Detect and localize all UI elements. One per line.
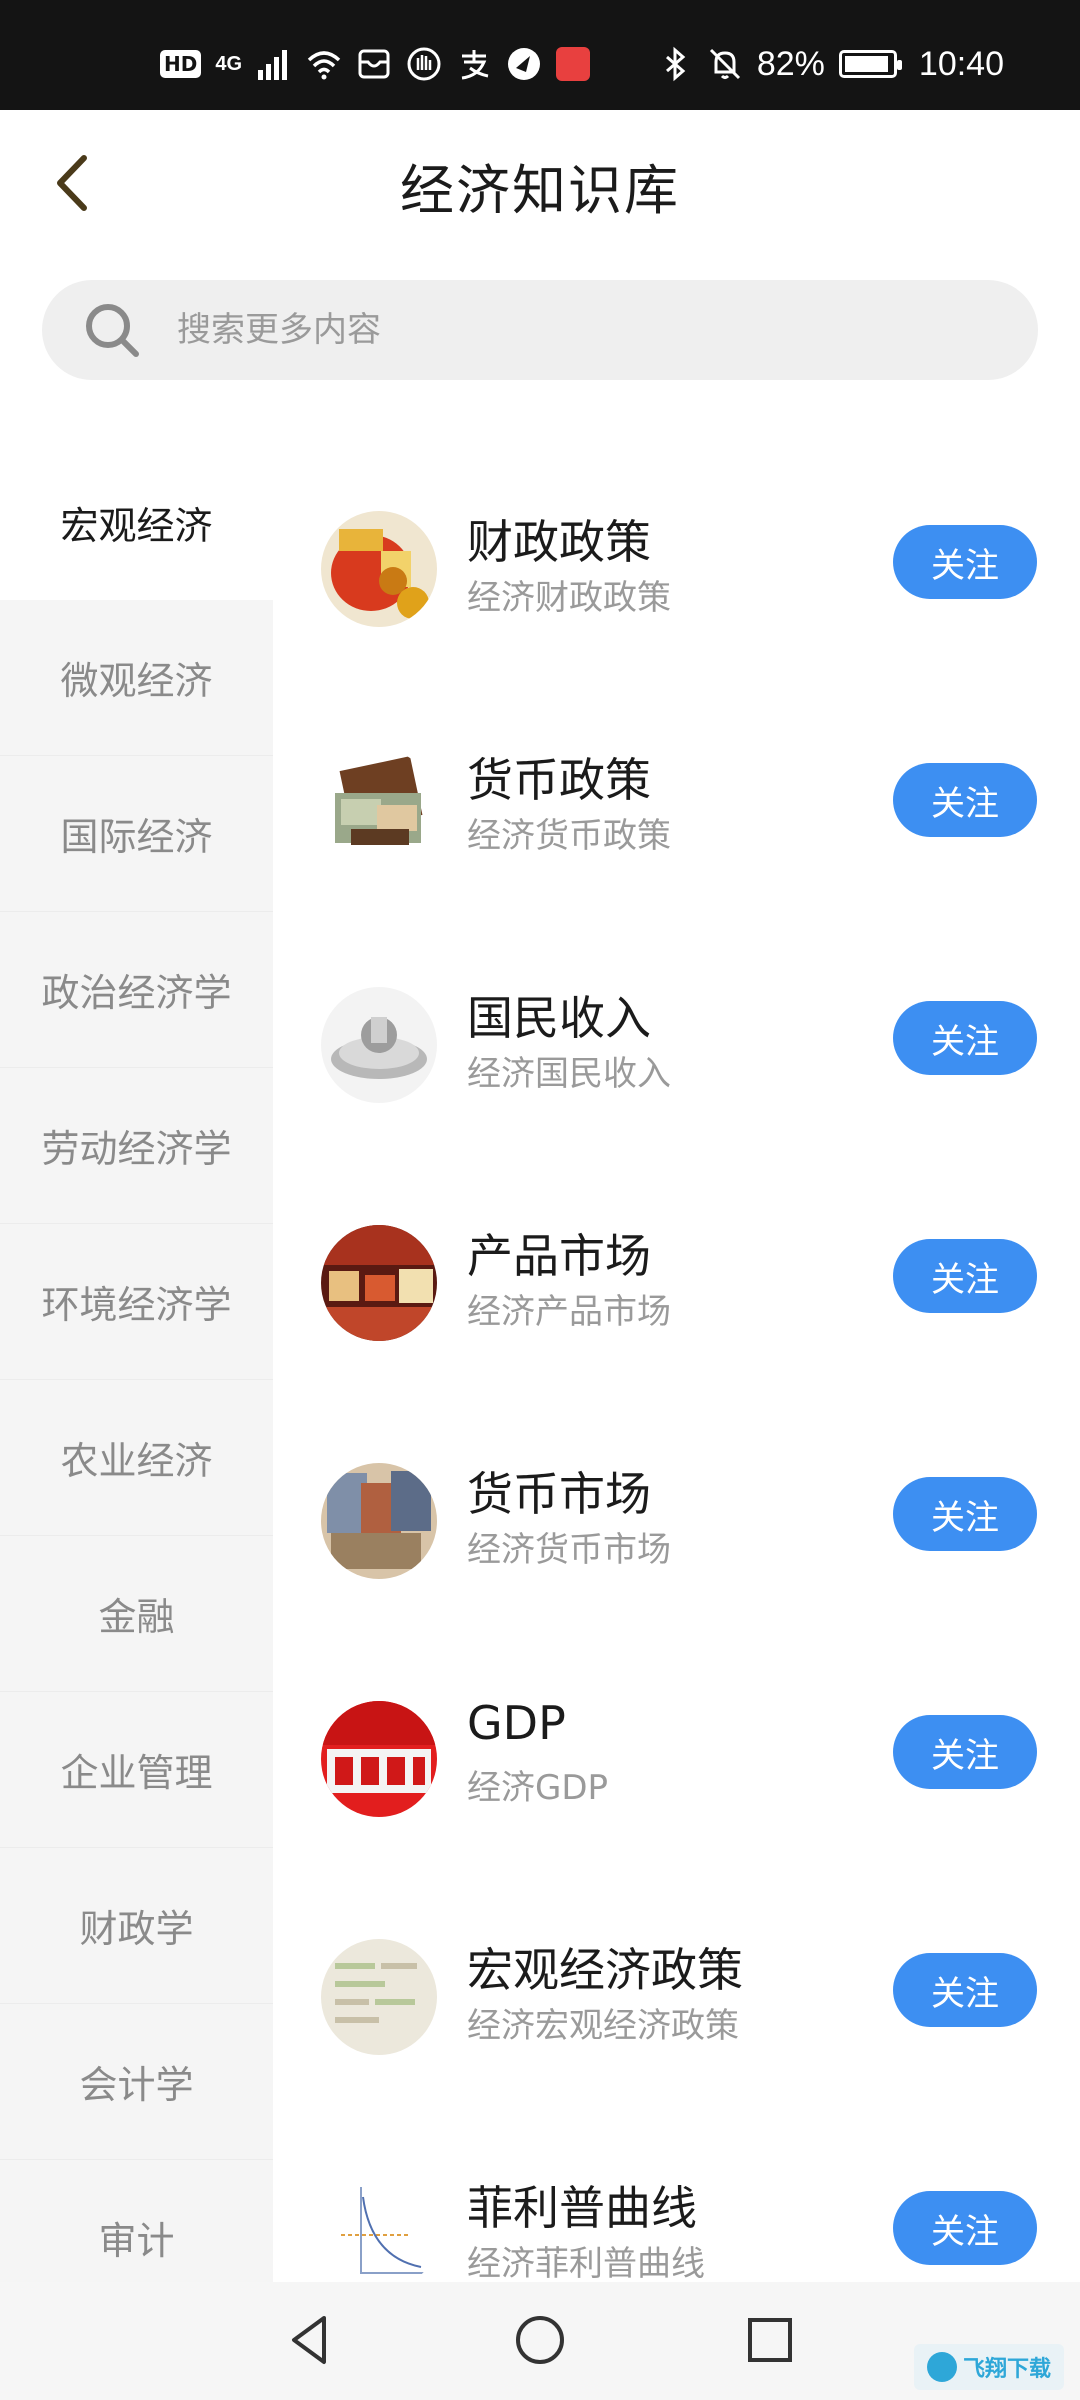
list-item[interactable]: GDP 经济GDP 关注	[273, 1634, 1080, 1872]
list-item[interactable]: 货币政策 经济货币政策 关注	[273, 682, 1080, 920]
list-item[interactable]: 国民收入 经济国民收入 关注	[273, 920, 1080, 1158]
network-type: 4G	[215, 52, 243, 75]
sidebar-item-international-economics[interactable]: 国际经济	[0, 756, 273, 912]
sidebar-item-accounting[interactable]: 会计学	[0, 2004, 273, 2160]
sidebar-item-finance[interactable]: 金融	[0, 1536, 273, 1692]
sidebar-item-environmental-economics[interactable]: 环境经济学	[0, 1224, 273, 1380]
bluetooth-icon	[665, 46, 686, 82]
topic-subtitle: 经济财政政策	[467, 578, 671, 618]
fiscal-policy-thumbnail	[321, 511, 437, 627]
search-input[interactable]	[177, 302, 997, 358]
list-item[interactable]: 宏观经济政策 经济宏观经济政策 关注	[273, 1872, 1080, 2110]
follow-button[interactable]: 关注	[893, 1477, 1037, 1551]
mute-bell-icon	[709, 48, 740, 80]
signal-icon	[258, 50, 288, 80]
topic-subtitle: 经济宏观经济政策	[467, 2006, 739, 2046]
topic-subtitle: 经济菲利普曲线	[467, 2244, 705, 2282]
topic-title: 货币市场	[467, 1467, 651, 1521]
product-market-thumbnail	[321, 1225, 437, 1341]
topic-title: 菲利普曲线	[467, 2181, 697, 2235]
status-right-icons: 82% 10:40	[657, 44, 1004, 84]
nav-recents-square-icon[interactable]	[740, 2310, 800, 2370]
huawei-icon	[556, 47, 591, 81]
follow-button[interactable]: 关注	[893, 1953, 1037, 2027]
gdp-thumbnail	[321, 1701, 437, 1817]
alipay-icon	[461, 50, 489, 80]
topic-title: 宏观经济政策	[467, 1943, 743, 1997]
hand-icon	[407, 47, 441, 81]
battery-percent: 82%	[756, 44, 825, 83]
topic-subtitle: 经济货币政策	[467, 816, 671, 856]
sidebar-item-audit[interactable]: 审计	[0, 2160, 273, 2282]
app-notification-icon	[508, 48, 541, 80]
list-item[interactable]: 货币市场 经济货币市场 关注	[273, 1396, 1080, 1634]
macro-policy-thumbnail	[321, 1939, 437, 2055]
topic-title: GDP	[467, 1696, 566, 1750]
topic-title: 财政政策	[467, 515, 651, 569]
sidebar-item-business-management[interactable]: 企业管理	[0, 1692, 273, 1848]
app-header: 经济知识库	[0, 110, 1080, 250]
sidebar-item-agricultural-economics[interactable]: 农业经济	[0, 1380, 273, 1536]
money-policy-thumbnail	[321, 749, 437, 865]
watermark-text: 飞翔下载	[962, 2357, 1051, 2382]
follow-button[interactable]: 关注	[893, 763, 1037, 837]
follow-button[interactable]: 关注	[893, 1715, 1037, 1789]
nav-home-circle-icon[interactable]	[510, 2310, 570, 2370]
system-nav-bar: 飞翔下载	[0, 2282, 1080, 2400]
follow-button[interactable]: 关注	[893, 525, 1037, 599]
search-icon	[86, 304, 139, 357]
watermark: 飞翔下载	[914, 2344, 1064, 2390]
sidebar-item-microeconomics[interactable]: 微观经济	[0, 600, 273, 756]
topic-subtitle: 经济货币市场	[467, 1530, 671, 1570]
national-income-thumbnail	[321, 987, 437, 1103]
list-item[interactable]: 财政政策 经济财政政策 关注	[273, 444, 1080, 682]
wifi-icon	[307, 51, 341, 80]
follow-button[interactable]: 关注	[893, 1001, 1037, 1075]
category-sidebar: 宏观经济 微观经济 国际经济 政治经济学 劳动经济学 环境经济学 农业经济 金融…	[0, 444, 273, 2282]
sidebar-item-labor-economics[interactable]: 劳动经济学	[0, 1068, 273, 1224]
phillips-curve-thumbnail	[321, 2177, 437, 2282]
page-title: 经济知识库	[400, 159, 680, 222]
list-item[interactable]: 菲利普曲线 经济菲利普曲线 关注	[273, 2110, 1080, 2282]
search-bar[interactable]	[42, 280, 1038, 380]
sidebar-item-political-economy[interactable]: 政治经济学	[0, 912, 273, 1068]
follow-button[interactable]: 关注	[893, 1239, 1037, 1313]
nav-back-triangle-icon[interactable]	[280, 2310, 340, 2370]
watermark-logo-icon	[926, 2352, 957, 2382]
status-bar: HD 4G 82% 10:40	[0, 0, 1080, 110]
topic-subtitle: 经济GDP	[467, 1768, 609, 1808]
status-left-icons: HD 4G	[160, 44, 591, 84]
sidebar-item-public-finance[interactable]: 财政学	[0, 1848, 273, 2004]
topic-list: 财政政策 经济财政政策 关注 货币政策 经济货币政策 关注 国民收入 经济国民收…	[273, 444, 1080, 2282]
inbox-icon	[358, 49, 390, 79]
follow-button[interactable]: 关注	[893, 2191, 1037, 2265]
clock: 10:40	[918, 44, 1004, 83]
list-item[interactable]: 产品市场 经济产品市场 关注	[273, 1158, 1080, 1396]
sidebar-item-macroeconomics[interactable]: 宏观经济	[0, 444, 273, 600]
topic-subtitle: 经济产品市场	[467, 1292, 671, 1332]
topic-title: 国民收入	[467, 991, 651, 1045]
topic-subtitle: 经济国民收入	[467, 1054, 671, 1094]
hd-badge: HD	[160, 50, 202, 78]
battery-icon	[838, 50, 902, 78]
topic-title: 产品市场	[467, 1229, 651, 1283]
topic-title: 货币政策	[467, 753, 651, 807]
money-market-thumbnail	[321, 1463, 437, 1579]
